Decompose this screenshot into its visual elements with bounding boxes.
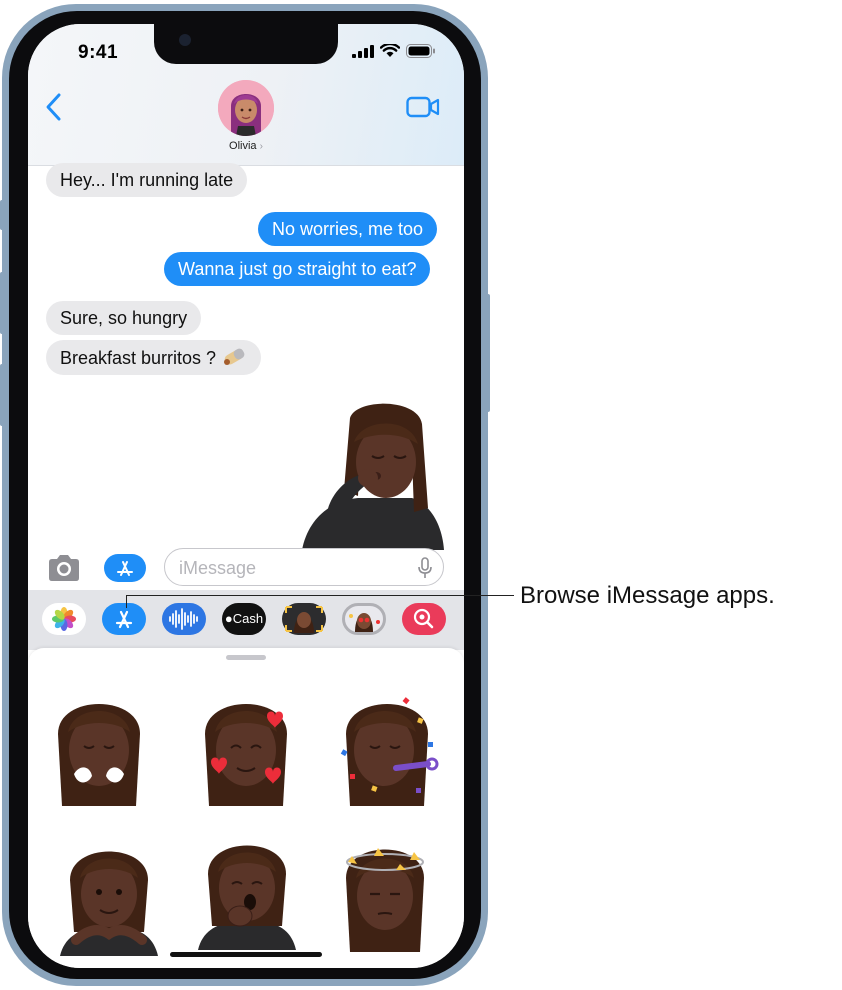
memoji-icon — [285, 606, 323, 633]
message-bubble-incoming[interactable]: Hey... I'm running late — [46, 163, 248, 197]
screen: 9:41 Olivia › Hey... I'm running late No… — [28, 24, 464, 968]
app-store-button[interactable] — [104, 554, 146, 582]
apple-cash-icon: ● — [224, 611, 233, 626]
contact-name: Olivia — [229, 140, 257, 152]
apple-cash-label: Cash — [232, 611, 264, 626]
message-text: Breakfast burritos ? — [60, 348, 217, 368]
back-chevron-icon[interactable] — [42, 92, 66, 122]
memoji-sticker-yawn[interactable] — [192, 832, 302, 950]
app-photos[interactable] — [42, 603, 86, 635]
notch — [154, 24, 338, 64]
images-search-icon — [413, 608, 434, 629]
memoji-stickers-icon — [349, 613, 380, 632]
message-input-placeholder: iMessage — [179, 558, 257, 578]
memoji-avatar-icon — [218, 80, 274, 136]
app-store-icon — [117, 561, 133, 576]
sticker-panel — [28, 648, 464, 968]
callout-leader-line — [126, 595, 514, 596]
message-text: Hey... I'm running late — [60, 170, 234, 190]
app-store-icon — [115, 610, 133, 629]
callout-leader-vertical — [126, 595, 127, 608]
memoji-sticker-chin[interactable] — [54, 838, 164, 956]
photos-icon — [52, 607, 76, 631]
message-bubble-incoming[interactable]: Breakfast burritos ? — [46, 340, 262, 375]
camera-icon[interactable] — [46, 554, 82, 582]
memoji-sticker-party[interactable] — [332, 688, 442, 806]
app-memoji[interactable] — [282, 603, 326, 635]
silent-switch — [0, 200, 4, 230]
contact-chevron-icon: › — [259, 141, 263, 152]
cellular-signal-icon — [352, 44, 374, 58]
video-call-icon[interactable] — [406, 96, 440, 118]
contact-name-link[interactable]: Olivia › — [28, 140, 464, 152]
status-icons — [352, 44, 436, 58]
compose-bar: iMessage — [28, 546, 464, 590]
message-bubble-outgoing[interactable]: No worries, me too — [258, 212, 438, 246]
app-memoji-stickers[interactable] — [342, 603, 386, 635]
app-app-store[interactable] — [102, 603, 146, 635]
volume-down-button — [0, 364, 4, 426]
message-input[interactable]: iMessage — [164, 548, 444, 586]
burrito-emoji-icon — [224, 348, 245, 365]
app-images-search[interactable] — [402, 603, 446, 635]
front-camera — [179, 34, 191, 46]
contact-avatar[interactable] — [218, 80, 274, 136]
stage: 9:41 Olivia › Hey... I'm running late No… — [0, 0, 842, 990]
message-bubble-outgoing[interactable]: Wanna just go straight to eat? — [164, 252, 431, 286]
battery-icon — [406, 44, 435, 58]
memoji-sticker-hearts[interactable] — [191, 688, 301, 806]
message-text: No worries, me too — [272, 219, 424, 239]
home-indicator[interactable] — [170, 952, 322, 957]
memoji-sticker-message[interactable] — [296, 400, 446, 550]
microphone-icon[interactable] — [417, 557, 433, 579]
status-time: 9:41 — [78, 42, 119, 63]
memoji-sticker-puff[interactable] — [44, 688, 154, 806]
power-button — [486, 294, 490, 412]
message-bubble-incoming[interactable]: Sure, so hungry — [46, 301, 202, 335]
app-audio[interactable] — [162, 603, 206, 635]
app-drawer: ●Cash — [28, 590, 464, 650]
wifi-icon — [380, 44, 400, 57]
callout-label: Browse iMessage apps. — [520, 582, 775, 609]
volume-up-button — [0, 272, 4, 334]
memoji-sticker-dizzy[interactable] — [330, 834, 440, 952]
message-text: Sure, so hungry — [60, 308, 188, 328]
audio-waveform-icon — [169, 608, 198, 630]
message-text: Wanna just go straight to eat? — [178, 259, 417, 279]
app-apple-cash[interactable]: ●Cash — [222, 603, 266, 635]
panel-grabber[interactable] — [226, 655, 266, 660]
